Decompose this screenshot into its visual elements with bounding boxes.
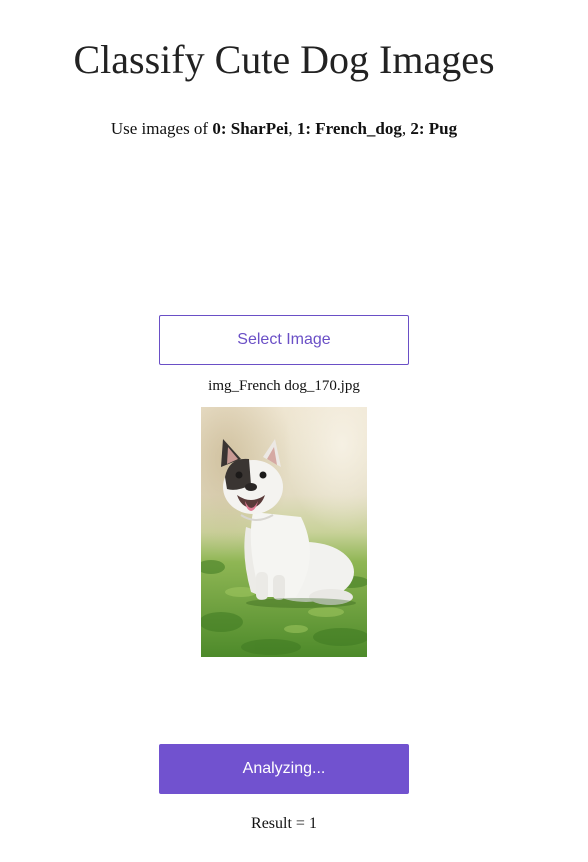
result-text: Result = 1 <box>251 815 317 832</box>
class-label-pug: 2: Pug <box>410 119 458 138</box>
class-label-sharpei: 0: SharPei <box>212 119 289 138</box>
separator: , <box>288 119 297 138</box>
instructions-prefix: Use images of <box>110 119 213 138</box>
analyze-button[interactable]: Analyzing... <box>159 744 409 794</box>
selected-filename: img_French dog_170.jpg <box>208 378 360 394</box>
class-instructions: Use images of 0: SharPei, 1: French_dog,… <box>0 118 568 140</box>
page-title: Classify Cute Dog Images <box>73 37 495 82</box>
select-image-button[interactable]: Select Image <box>159 315 409 365</box>
dog-image-preview <box>201 407 367 657</box>
class-label-french-dog: 1: French_dog <box>296 119 402 138</box>
